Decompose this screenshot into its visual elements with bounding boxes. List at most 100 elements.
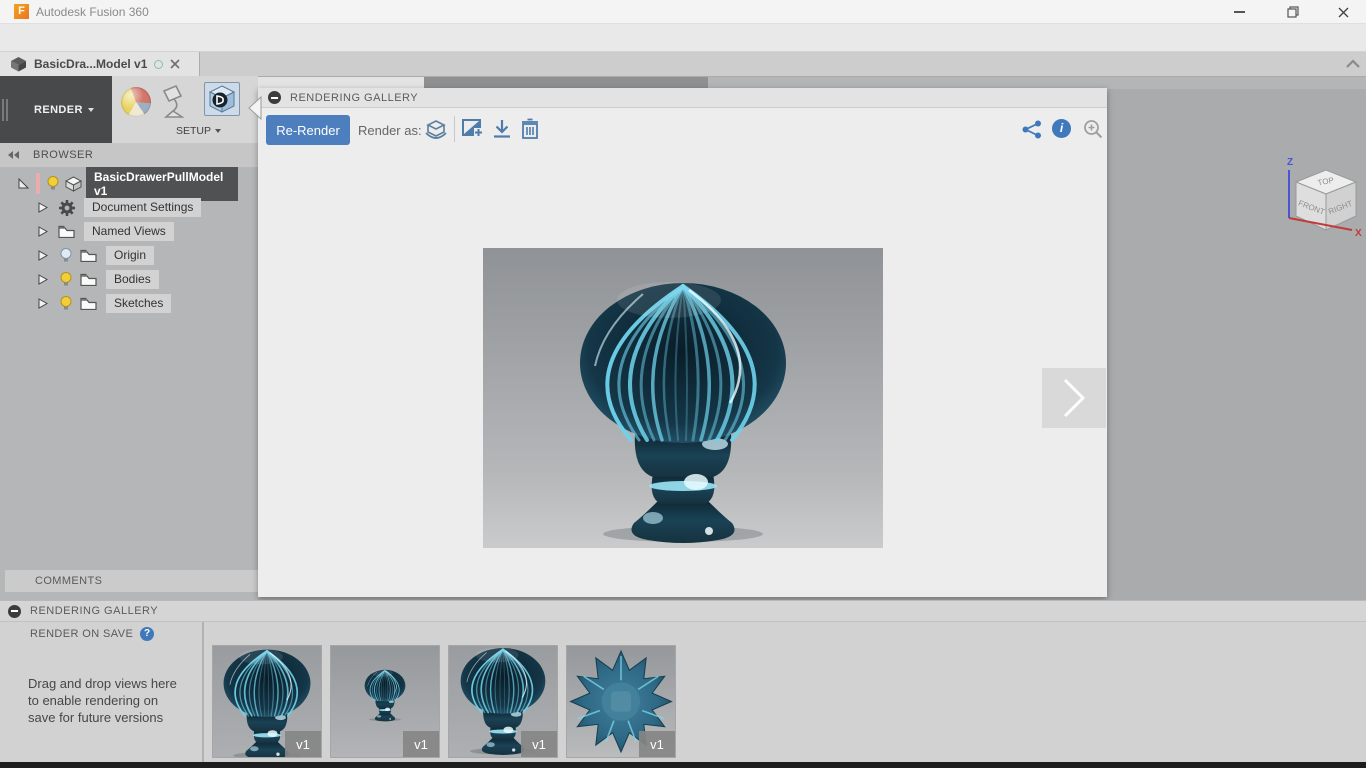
browser-root-row[interactable]: BasicDrawerPullModel v1 — [0, 166, 238, 201]
version-badge: v1 — [285, 731, 321, 757]
document-cube-icon — [11, 57, 26, 72]
minimize-icon — [1233, 11, 1245, 13]
browser-collapse-icon[interactable] — [8, 151, 19, 159]
bottom-gallery-body: RENDER ON SAVE ? Drag and drop views her… — [0, 622, 1366, 763]
render-cube-icon — [208, 85, 236, 113]
render-as-label: Render as: — [358, 123, 422, 138]
tab-close-icon[interactable] — [170, 59, 180, 69]
viewcube-z-label: Z — [1287, 157, 1293, 168]
folder-icon — [58, 225, 75, 238]
collapse-panel-icon[interactable] — [268, 91, 281, 104]
tree-item-label: Sketches — [106, 294, 172, 313]
setup-label-text: SETUP — [176, 125, 212, 137]
tree-item-label: Named Views — [84, 222, 174, 241]
drag-drop-hint: Drag and drop views here to enable rende… — [28, 675, 203, 726]
render-image[interactable] — [483, 248, 883, 548]
rendering-gallery-overlay: RENDERING GALLERY Re-Render Render as: i — [258, 88, 1107, 597]
gallery-thumbnail[interactable]: v1 — [566, 645, 676, 758]
close-icon — [1338, 7, 1348, 17]
download-icon[interactable] — [492, 119, 512, 140]
gallery-thumbnail[interactable]: v1 — [330, 645, 440, 758]
version-badge: v1 — [403, 731, 439, 757]
minimize-button[interactable] — [1222, 0, 1256, 24]
workspace-caret — [87, 107, 94, 112]
expander-collapsed-icon[interactable] — [38, 250, 48, 261]
canvas-area[interactable]: RENDER SETUP BROWSER BasicDrawerPullMode… — [0, 76, 1366, 646]
collapse-toolbar-icon[interactable] — [1346, 59, 1360, 69]
bottom-gallery-header[interactable]: RENDERING GALLERY — [0, 600, 1366, 622]
tree-item-named-views[interactable]: Named Views — [0, 220, 174, 243]
expander-collapsed-icon[interactable] — [38, 202, 48, 213]
setup-caret — [215, 129, 222, 133]
info-icon[interactable]: i — [1052, 119, 1071, 138]
delete-icon[interactable] — [521, 118, 539, 140]
drag-drop-hint-line2: to enable rendering on — [28, 693, 159, 708]
browser-header: BROWSER — [0, 143, 258, 167]
rendering-gallery-title: RENDERING GALLERY — [290, 91, 419, 104]
render-on-save-help-icon[interactable]: ? — [140, 627, 155, 641]
root-accent-bar — [36, 173, 40, 194]
gallery-divider — [202, 622, 204, 763]
gallery-thumbnail[interactable]: v1 — [448, 645, 558, 758]
app-title: Autodesk Fusion 360 — [36, 5, 149, 19]
version-badge: v1 — [639, 731, 675, 757]
version-badge: v1 — [521, 731, 557, 757]
bottom-gallery-title: RENDERING GALLERY — [30, 605, 159, 617]
drag-drop-hint-line3: save for future versions — [28, 710, 164, 725]
close-button[interactable] — [1326, 0, 1360, 24]
folder-icon — [80, 249, 97, 262]
quick-access-toolbar: Mark Ketchum ? — [0, 24, 1366, 74]
bulb-on-icon[interactable] — [47, 176, 59, 191]
toolbar-drag-handle-2 — [6, 98, 8, 121]
next-render-button[interactable] — [1042, 368, 1106, 428]
in-canvas-render-button[interactable] — [204, 82, 240, 116]
tree-item-origin[interactable]: Origin — [0, 244, 155, 267]
browser-title: BROWSER — [33, 149, 94, 161]
drag-drop-hint-line1: Drag and drop views here — [28, 676, 177, 691]
bulb-on-icon[interactable] — [60, 272, 72, 287]
scene-settings-lamp-icon[interactable] — [158, 84, 194, 120]
folder-icon — [80, 297, 97, 310]
toolbar-divider — [454, 116, 455, 142]
tree-item-label: Origin — [106, 246, 155, 265]
rendering-gallery-header[interactable]: RENDERING GALLERY — [258, 88, 1107, 108]
workspace-selector[interactable]: RENDER — [0, 76, 112, 143]
appearance-icon[interactable] — [121, 87, 151, 117]
title-bar: F Autodesk Fusion 360 — [0, 0, 1366, 24]
setup-panel: SETUP — [112, 76, 258, 143]
render-in-cloud-icon[interactable] — [423, 117, 449, 143]
document-tab[interactable]: BasicDra...Model v1 — [0, 52, 200, 76]
bulb-off-icon[interactable] — [60, 248, 72, 263]
expander-collapsed-icon[interactable] — [38, 298, 48, 309]
bulb-on-icon[interactable] — [60, 296, 72, 311]
folder-icon — [80, 273, 97, 286]
workspace-label: RENDER — [34, 103, 83, 116]
setup-group-label[interactable]: SETUP — [176, 125, 222, 137]
restore-button[interactable] — [1276, 0, 1310, 24]
tree-item-sketches[interactable]: Sketches — [0, 292, 172, 315]
comments-bar[interactable]: COMMENTS — [5, 570, 258, 592]
gallery-thumbnail[interactable]: v1 — [212, 645, 322, 758]
save-image-icon[interactable] — [462, 119, 484, 140]
component-cube-icon — [65, 175, 82, 192]
document-tab-label: BasicDra...Model v1 — [34, 57, 148, 71]
expander-collapsed-icon[interactable] — [38, 274, 48, 285]
fusion-app-icon: F — [14, 4, 29, 19]
zoom-in-icon[interactable] — [1083, 119, 1103, 139]
re-render-button[interactable]: Re-Render — [266, 115, 350, 145]
view-cube[interactable]: TOP FRONT RIGHT Z X — [1272, 154, 1366, 256]
share-icon[interactable] — [1022, 120, 1042, 139]
timeline-strip — [0, 762, 1366, 768]
render-on-save-section: RENDER ON SAVE ? — [30, 627, 155, 641]
render-on-save-label: RENDER ON SAVE — [30, 628, 134, 640]
expander-collapsed-icon[interactable] — [38, 226, 48, 237]
tree-item-label: Document Settings — [84, 198, 202, 217]
toolbar-drag-handle[interactable] — [2, 98, 4, 121]
comments-label: COMMENTS — [35, 575, 103, 587]
collapse-gallery-arrow-icon[interactable] — [247, 96, 262, 120]
tree-item-document-settings[interactable]: Document Settings — [0, 196, 202, 219]
expander-expanded-icon[interactable] — [18, 178, 29, 189]
collapse-bottom-gallery-icon[interactable] — [8, 604, 21, 618]
tree-item-bodies[interactable]: Bodies — [0, 268, 159, 291]
tab-status-icon — [154, 59, 164, 69]
